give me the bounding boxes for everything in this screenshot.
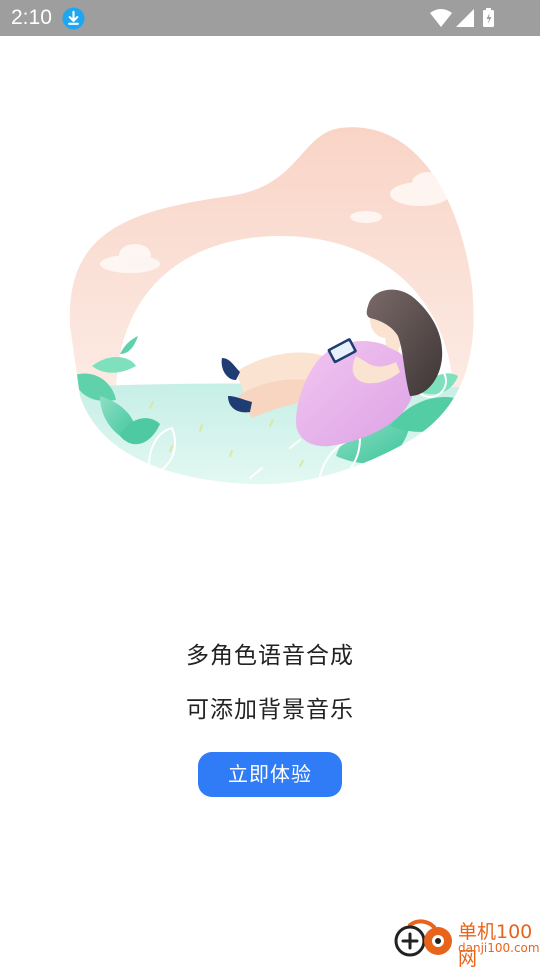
status-bar: 2:10 xyxy=(0,0,540,36)
headline-line-2: 可添加背景音乐 xyxy=(186,697,354,723)
signal-icon xyxy=(456,9,474,27)
wifi-icon xyxy=(430,9,452,27)
watermark: 单机100网 danji100.com xyxy=(390,913,540,970)
watermark-url: danji100.com xyxy=(458,941,540,955)
status-time: 2:10 xyxy=(11,6,52,29)
status-icons xyxy=(430,8,494,27)
try-now-button[interactable]: 立即体验 xyxy=(198,752,342,797)
download-icon xyxy=(62,7,85,30)
watermark-logo-icon xyxy=(394,919,452,957)
illustration-woman-reading-phone-icon xyxy=(69,127,474,485)
headline-line-1: 多角色语音合成 xyxy=(186,643,354,669)
battery-icon xyxy=(483,8,494,27)
